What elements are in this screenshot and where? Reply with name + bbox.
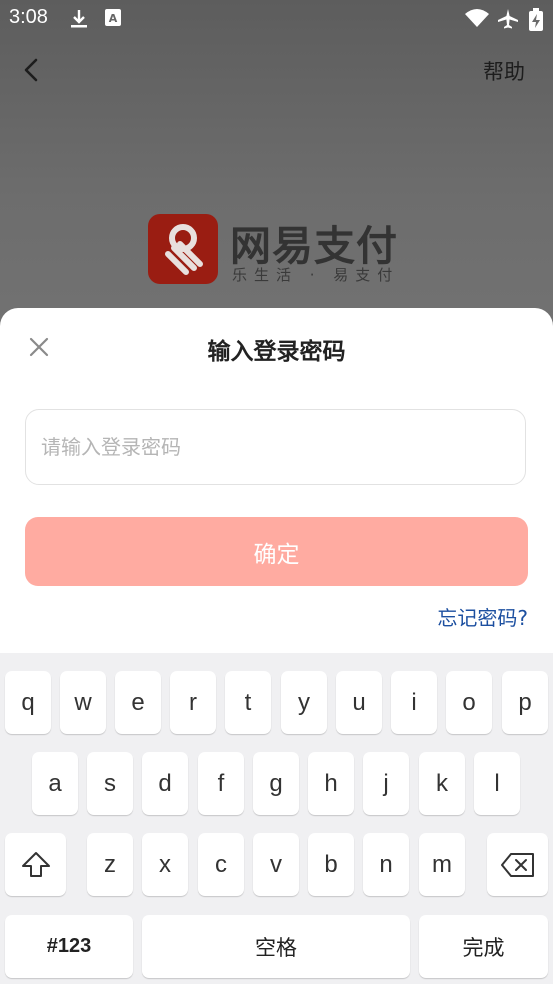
status-time: 3:08 — [9, 6, 48, 28]
space-key[interactable]: 空格 — [142, 915, 410, 978]
key-d[interactable]: d — [142, 752, 188, 815]
key-h[interactable]: h — [308, 752, 354, 815]
airplane-icon — [496, 8, 520, 34]
key-w[interactable]: w — [60, 671, 106, 734]
password-dialog: 输入登录密码 确定 忘记密码? — [0, 308, 553, 653]
confirm-button[interactable]: 确定 — [25, 517, 528, 586]
help-link[interactable]: 帮助 — [483, 56, 525, 86]
key-s[interactable]: s — [87, 752, 133, 815]
back-button[interactable] — [14, 50, 48, 90]
key-y[interactable]: y — [281, 671, 327, 734]
key-v[interactable]: v — [253, 833, 299, 896]
notification-a-icon: A — [104, 8, 122, 32]
key-r[interactable]: r — [170, 671, 216, 734]
backspace-icon — [500, 852, 534, 877]
forgot-password-link[interactable]: 忘记密码? — [437, 602, 528, 631]
key-m[interactable]: m — [419, 833, 465, 896]
key-o[interactable]: o — [446, 671, 492, 734]
key-a[interactable]: a — [32, 752, 78, 815]
key-u[interactable]: u — [336, 671, 382, 734]
soft-keyboard: q w e r t y u i o p a s d f g h j k l z … — [0, 653, 553, 984]
key-i[interactable]: i — [391, 671, 437, 734]
download-icon — [68, 8, 90, 34]
key-g[interactable]: g — [253, 752, 299, 815]
key-b[interactable]: b — [308, 833, 354, 896]
brand-logo: 网易支付 乐生活 · 易支付 — [148, 214, 408, 288]
key-z[interactable]: z — [87, 833, 133, 896]
key-e[interactable]: e — [115, 671, 161, 734]
key-j[interactable]: j — [363, 752, 409, 815]
battery-charging-icon — [528, 8, 544, 36]
svg-text:A: A — [109, 12, 118, 25]
logo-title: 网易支付 — [230, 222, 398, 270]
shift-key[interactable] — [5, 833, 66, 896]
wifi-icon — [464, 8, 490, 32]
key-k[interactable]: k — [419, 752, 465, 815]
status-bar: 3:08 A — [0, 0, 553, 36]
key-t[interactable]: t — [225, 671, 271, 734]
backspace-key[interactable] — [487, 833, 548, 896]
key-q[interactable]: q — [5, 671, 51, 734]
chevron-left-icon — [24, 58, 38, 82]
key-p[interactable]: p — [502, 671, 548, 734]
password-input[interactable] — [25, 409, 526, 485]
key-c[interactable]: c — [198, 833, 244, 896]
key-n[interactable]: n — [363, 833, 409, 896]
key-f[interactable]: f — [198, 752, 244, 815]
key-x[interactable]: x — [142, 833, 188, 896]
logo-badge-icon — [148, 214, 218, 284]
logo-slogan: 乐生活 · 易支付 — [232, 266, 400, 284]
shift-icon — [21, 851, 50, 877]
top-navigation: 帮助 — [0, 36, 553, 106]
symbols-key[interactable]: #123 — [5, 915, 133, 978]
done-key[interactable]: 完成 — [419, 915, 548, 978]
dialog-title: 输入登录密码 — [207, 339, 346, 365]
key-l[interactable]: l — [474, 752, 520, 815]
